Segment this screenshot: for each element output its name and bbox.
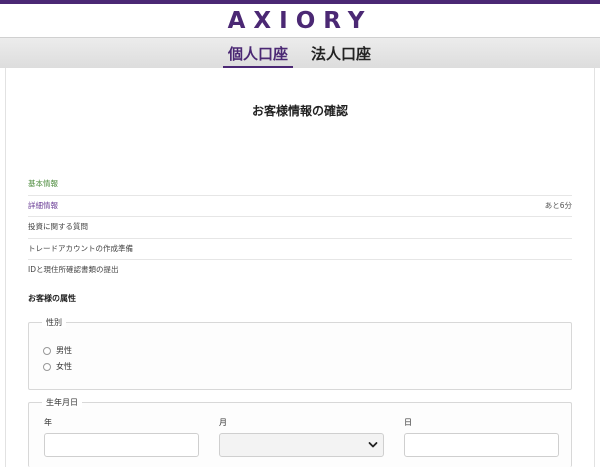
year-label: 年 bbox=[44, 418, 52, 427]
step-label: トレードアカウントの作成準備 bbox=[28, 243, 133, 253]
month-label: 月 bbox=[219, 418, 227, 427]
gender-legend: 性別 bbox=[42, 317, 66, 328]
birth-day-input[interactable] bbox=[404, 433, 559, 457]
gender-option-female[interactable]: 女性 bbox=[43, 361, 72, 372]
tab-corporate-account[interactable]: 法人口座 bbox=[310, 43, 372, 69]
top-accent-bar bbox=[0, 0, 600, 4]
birthdate-fieldset: 生年月日 年 月 日 bbox=[28, 397, 572, 467]
birthdate-legend: 生年月日 bbox=[42, 397, 82, 408]
time-remaining-badge: あと6分 bbox=[544, 200, 572, 210]
tab-individual-account[interactable]: 個人口座 bbox=[223, 43, 293, 69]
gender-option-label: 女性 bbox=[56, 362, 72, 371]
step-id-document-upload: IDと現住所確認書類の提出 bbox=[28, 260, 572, 282]
day-label: 日 bbox=[404, 418, 412, 427]
radio-unchecked-icon[interactable] bbox=[43, 362, 51, 371]
gender-option-label: 男性 bbox=[56, 346, 72, 355]
step-investment-questions: 投資に関する質問 bbox=[28, 217, 572, 239]
step-detail-info: 詳細情報 あと6分 bbox=[28, 196, 572, 217]
step-label: 基本情報 bbox=[28, 179, 58, 188]
section-title-attributes: お客様の属性 bbox=[28, 294, 76, 303]
progress-steps: 基本情報 詳細情報 あと6分 投資に関する質問 トレードアカウントの作成準備 I… bbox=[28, 174, 572, 282]
brand-logo: AXIORY bbox=[227, 8, 373, 34]
birth-month-select[interactable] bbox=[219, 433, 384, 457]
step-basic-info: 基本情報 bbox=[28, 174, 572, 196]
step-trade-account-setup: トレードアカウントの作成準備 bbox=[28, 239, 572, 260]
account-type-tabs: 個人口座 法人口座 bbox=[0, 37, 600, 69]
birth-year-input[interactable] bbox=[44, 433, 199, 457]
gender-fieldset: 性別 男性 女性 bbox=[28, 317, 572, 390]
step-label: 投資に関する質問 bbox=[28, 222, 88, 231]
step-label: IDと現住所確認書類の提出 bbox=[28, 265, 119, 274]
radio-unchecked-icon[interactable] bbox=[43, 346, 51, 355]
gender-option-male[interactable]: 男性 bbox=[43, 345, 72, 356]
page-title: お客様情報の確認 bbox=[251, 104, 348, 118]
chevron-down-icon bbox=[368, 442, 378, 448]
step-label: 詳細情報 bbox=[28, 200, 58, 210]
